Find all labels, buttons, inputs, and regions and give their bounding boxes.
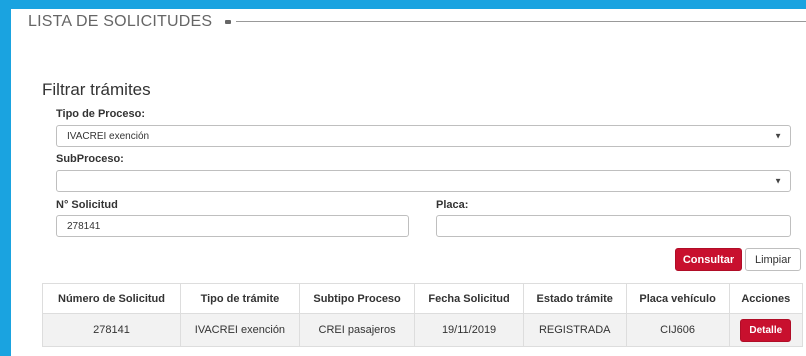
column-header-placa: Placa vehículo [625,283,730,314]
limpiar-button[interactable]: Limpiar [745,248,801,271]
column-header-subtipo: Subtipo Proceso [298,283,416,314]
results-table: Número de Solicitud Tipo de trámite Subt… [42,283,804,347]
cell-numero: 278141 [42,313,181,347]
placa-input[interactable] [436,215,791,237]
column-header-estado: Estado trámite [522,283,627,314]
triangle-down-icon: ▼ [774,131,782,141]
column-header-tipo: Tipo de trámite [180,283,300,314]
cell-estado: REGISTRADA [522,313,627,347]
placa-label: Placa: [436,199,469,211]
solicitud-label: N° Solicitud [56,199,118,211]
consultar-button[interactable]: Consultar [675,248,742,271]
cell-tipo: IVACREI exención [180,313,300,347]
column-header-numero: Número de Solicitud [42,283,181,314]
cell-subtipo: CREI pasajeros [298,313,416,347]
filter-heading: Filtrar trámites [42,80,151,99]
title-divider [236,21,806,22]
column-header-fecha: Fecha Solicitud [414,283,524,314]
solicitud-value: 278141 [67,220,101,232]
top-frame-border [0,0,806,9]
tipo-proceso-select[interactable]: IVACREI exención ▼ [56,125,791,147]
cell-acciones: Detalle [728,313,804,347]
cell-placa: CIJ606 [625,313,730,347]
table-row: 278141 IVACREI exención CREI pasajeros 1… [42,313,804,347]
page-title: LISTA DE SOLICITUDES [28,13,213,30]
subproceso-select[interactable]: ▼ [56,170,791,192]
triangle-down-icon: ▼ [774,176,782,186]
table-header-row: Número de Solicitud Tipo de trámite Subt… [42,283,804,314]
column-header-acciones: Acciones [728,283,804,314]
subproceso-label: SubProceso: [56,153,124,165]
solicitud-input[interactable]: 278141 [56,215,409,237]
title-bullet-icon [225,20,231,24]
left-frame-border [0,0,11,356]
tipo-proceso-value: IVACREI exención [67,130,150,142]
tipo-proceso-label: Tipo de Proceso: [56,108,146,120]
detalle-button[interactable]: Detalle [740,318,792,342]
cell-fecha: 19/11/2019 [414,313,524,347]
